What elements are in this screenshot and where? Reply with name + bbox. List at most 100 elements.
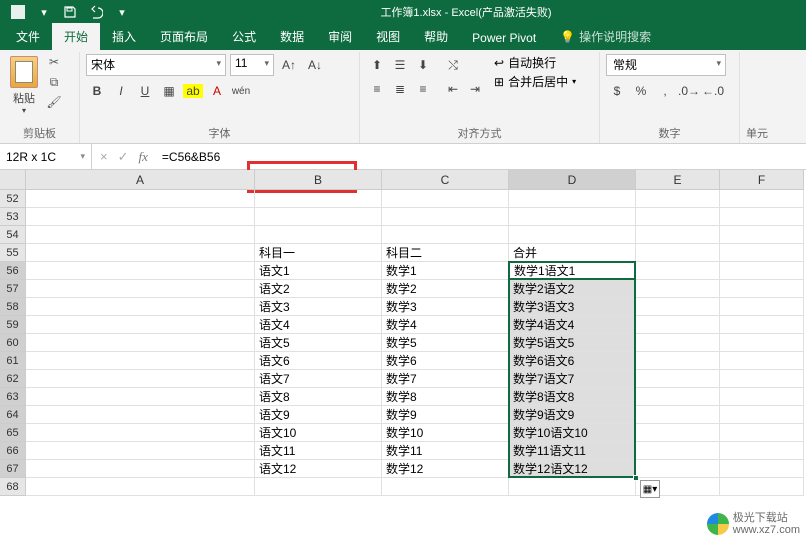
cell[interactable] — [26, 316, 255, 334]
cell[interactable]: 数学8 — [382, 388, 509, 406]
tab-page-layout[interactable]: 页面布局 — [148, 23, 220, 50]
increase-indent-icon[interactable]: ⇥ — [464, 78, 486, 100]
cell[interactable] — [720, 280, 804, 298]
chevron-down-icon[interactable]: ▾ — [36, 4, 52, 20]
cell[interactable] — [720, 190, 804, 208]
row-header-54[interactable]: 54 — [0, 226, 26, 244]
row-header-62[interactable]: 62 — [0, 370, 26, 388]
col-header-b[interactable]: B — [255, 170, 382, 190]
cell[interactable]: 数学11 — [382, 442, 509, 460]
col-header-a[interactable]: A — [26, 170, 255, 190]
cell[interactable] — [636, 208, 720, 226]
cell[interactable] — [509, 226, 636, 244]
row-header-59[interactable]: 59 — [0, 316, 26, 334]
align-center-icon[interactable]: ≣ — [389, 78, 411, 100]
cell[interactable]: 语文6 — [255, 352, 382, 370]
cell[interactable] — [26, 370, 255, 388]
row-header-65[interactable]: 65 — [0, 424, 26, 442]
tab-home[interactable]: 开始 — [52, 23, 100, 50]
cell[interactable]: 数学5语文5 — [509, 334, 636, 352]
row-header-56[interactable]: 56 — [0, 262, 26, 280]
cell[interactable]: 科目二 — [382, 244, 509, 262]
row-header-68[interactable]: 68 — [0, 478, 26, 496]
phonetic-button[interactable]: wén — [230, 80, 252, 102]
cell[interactable] — [26, 298, 255, 316]
cell[interactable]: 数学7语文7 — [509, 370, 636, 388]
cell[interactable] — [636, 334, 720, 352]
row-header-55[interactable]: 55 — [0, 244, 26, 262]
cell[interactable] — [636, 280, 720, 298]
cell[interactable] — [26, 406, 255, 424]
cell[interactable] — [509, 208, 636, 226]
align-middle-icon[interactable]: ☰ — [389, 54, 411, 76]
cell[interactable]: 语文4 — [255, 316, 382, 334]
col-header-e[interactable]: E — [636, 170, 720, 190]
cell[interactable]: 数学3语文3 — [509, 298, 636, 316]
cell[interactable] — [255, 478, 382, 496]
cell[interactable]: 语文11 — [255, 442, 382, 460]
undo-icon[interactable] — [88, 4, 104, 20]
cell[interactable] — [720, 334, 804, 352]
underline-button[interactable]: U — [134, 80, 156, 102]
bold-button[interactable]: B — [86, 80, 108, 102]
qat-more-icon[interactable]: ▾ — [114, 4, 130, 20]
cell[interactable]: 数学5 — [382, 334, 509, 352]
cell[interactable]: 数学9语文9 — [509, 406, 636, 424]
col-header-d[interactable]: D — [509, 170, 636, 190]
tab-formulas[interactable]: 公式 — [220, 23, 268, 50]
cut-icon[interactable]: ✂ — [46, 54, 62, 70]
align-right-icon[interactable]: ≡ — [412, 78, 434, 100]
cell[interactable]: 数学7 — [382, 370, 509, 388]
cell[interactable] — [636, 406, 720, 424]
cell[interactable] — [382, 226, 509, 244]
cell[interactable]: 语文12 — [255, 460, 382, 478]
cell[interactable] — [26, 262, 255, 280]
row-header-66[interactable]: 66 — [0, 442, 26, 460]
formula-bar[interactable]: =C56&B56 — [156, 144, 806, 169]
cell[interactable] — [26, 190, 255, 208]
cell[interactable] — [255, 226, 382, 244]
cell[interactable] — [382, 478, 509, 496]
cell[interactable] — [26, 352, 255, 370]
cell[interactable]: 数学4 — [382, 316, 509, 334]
row-header-67[interactable]: 67 — [0, 460, 26, 478]
cell[interactable]: 数学10语文10 — [509, 424, 636, 442]
cell[interactable]: 科目一 — [255, 244, 382, 262]
cell[interactable]: 语文10 — [255, 424, 382, 442]
cell[interactable] — [720, 226, 804, 244]
tab-data[interactable]: 数据 — [268, 23, 316, 50]
cell[interactable] — [636, 262, 720, 280]
cell[interactable] — [636, 190, 720, 208]
copy-icon[interactable]: ⧉ — [46, 74, 62, 90]
number-format-select[interactable]: 常规 — [606, 54, 726, 76]
cell[interactable] — [636, 226, 720, 244]
cell[interactable] — [26, 478, 255, 496]
select-all-corner[interactable] — [0, 170, 26, 190]
increase-decimal-icon[interactable]: .0→ — [678, 80, 700, 102]
cell[interactable]: 数学6 — [382, 352, 509, 370]
cell[interactable]: 语文9 — [255, 406, 382, 424]
cell[interactable]: 数学8语文8 — [509, 388, 636, 406]
row-header-64[interactable]: 64 — [0, 406, 26, 424]
tab-file[interactable]: 文件 — [4, 23, 52, 50]
cell[interactable] — [26, 424, 255, 442]
cell[interactable]: 数学11语文11 — [509, 442, 636, 460]
cell[interactable] — [255, 190, 382, 208]
tab-view[interactable]: 视图 — [364, 23, 412, 50]
cell[interactable]: 语文1 — [255, 262, 382, 280]
cell[interactable] — [720, 424, 804, 442]
cell[interactable]: 数学3 — [382, 298, 509, 316]
name-box[interactable]: 12R x 1C — [0, 144, 92, 169]
row-header-57[interactable]: 57 — [0, 280, 26, 298]
cell[interactable] — [720, 442, 804, 460]
cell[interactable]: 数学1 — [382, 262, 509, 280]
decrease-font-icon[interactable]: A↓ — [304, 54, 326, 76]
row-header-63[interactable]: 63 — [0, 388, 26, 406]
row-header-60[interactable]: 60 — [0, 334, 26, 352]
decrease-indent-icon[interactable]: ⇤ — [442, 78, 464, 100]
cell[interactable] — [720, 460, 804, 478]
cell[interactable] — [636, 370, 720, 388]
cell[interactable] — [636, 316, 720, 334]
decrease-decimal-icon[interactable]: ←.0 — [702, 80, 724, 102]
cell[interactable] — [26, 388, 255, 406]
